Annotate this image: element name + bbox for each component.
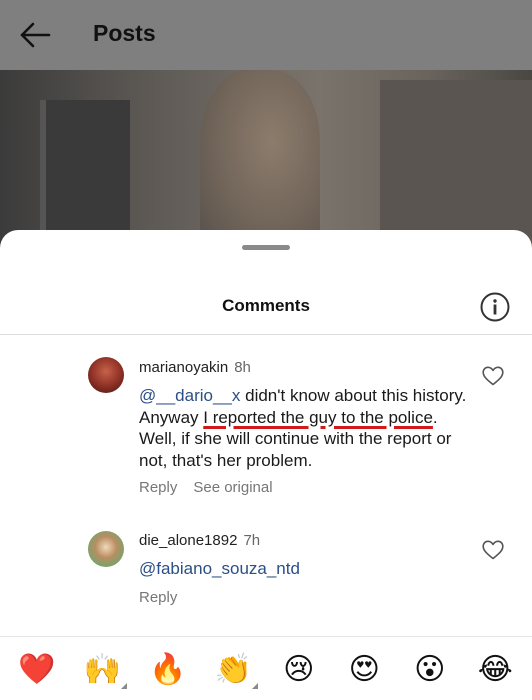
top-bar: Posts: [0, 0, 532, 70]
heart-outline-icon[interactable]: [482, 540, 504, 560]
see-original-button[interactable]: See original: [193, 479, 272, 496]
info-circle-icon[interactable]: [479, 291, 511, 323]
emoji-clapping-hands[interactable]: 👏: [212, 649, 259, 691]
underlined-text: I reported the guy to the police: [203, 407, 433, 427]
comment-meta: marianoyakin 8h: [139, 359, 251, 376]
comment-actions: Reply: [139, 589, 177, 606]
skin-tone-indicator: [252, 683, 259, 689]
emoji-fire[interactable]: 🔥: [147, 649, 189, 691]
comment-actions: Reply See original: [139, 479, 273, 496]
avatar[interactable]: [88, 357, 124, 393]
comment-meta: die_alone1892 7h: [139, 532, 260, 549]
post-image-dimmed: [0, 70, 532, 250]
emoji-tears-of-joy[interactable]: 😂: [474, 649, 516, 691]
emoji-raising-hands[interactable]: 🙌: [81, 649, 128, 691]
sheet-title: Comments: [222, 296, 310, 315]
emoji-crying-face[interactable]: 😢: [278, 649, 320, 691]
quick-reaction-bar: ❤️ 🙌 🔥 👏 😢 😍 😮 😂: [0, 640, 532, 700]
mention-link[interactable]: @__dario__x: [139, 386, 240, 405]
arrow-left-icon[interactable]: [18, 20, 52, 50]
comment-username[interactable]: die_alone1892: [139, 532, 237, 549]
photo-wall-shape: [380, 80, 532, 250]
photo-figure-shape: [200, 70, 320, 250]
emoji-astonished-face[interactable]: 😮: [409, 649, 451, 691]
skin-tone-indicator: [121, 683, 128, 689]
reply-button[interactable]: Reply: [139, 589, 177, 606]
emoji-glyph: 🙌: [83, 652, 121, 687]
photo-window-shape: [40, 100, 130, 250]
divider: [0, 334, 532, 335]
comment-text: @__dario__x didn't know about this histo…: [139, 385, 469, 471]
comment-time: 7h: [243, 532, 261, 549]
divider: [0, 636, 532, 637]
drag-handle[interactable]: [242, 245, 290, 250]
emoji-glyph: 👏: [214, 652, 252, 687]
comment-text: @fabiano_souza_ntd: [139, 558, 469, 580]
avatar[interactable]: [88, 531, 124, 567]
screen: Posts Comments marianoyakin 8h @__dario__…: [0, 0, 532, 700]
comment-username[interactable]: marianoyakin: [139, 359, 228, 376]
page-title: Posts: [93, 20, 156, 46]
heart-outline-icon[interactable]: [482, 366, 504, 386]
emoji-red-heart[interactable]: ❤️: [16, 649, 58, 691]
reply-button[interactable]: Reply: [139, 479, 177, 496]
emoji-heart-eyes[interactable]: 😍: [343, 649, 385, 691]
mention-link[interactable]: @fabiano_souza_ntd: [139, 559, 300, 578]
comment-time: 8h: [234, 359, 251, 376]
